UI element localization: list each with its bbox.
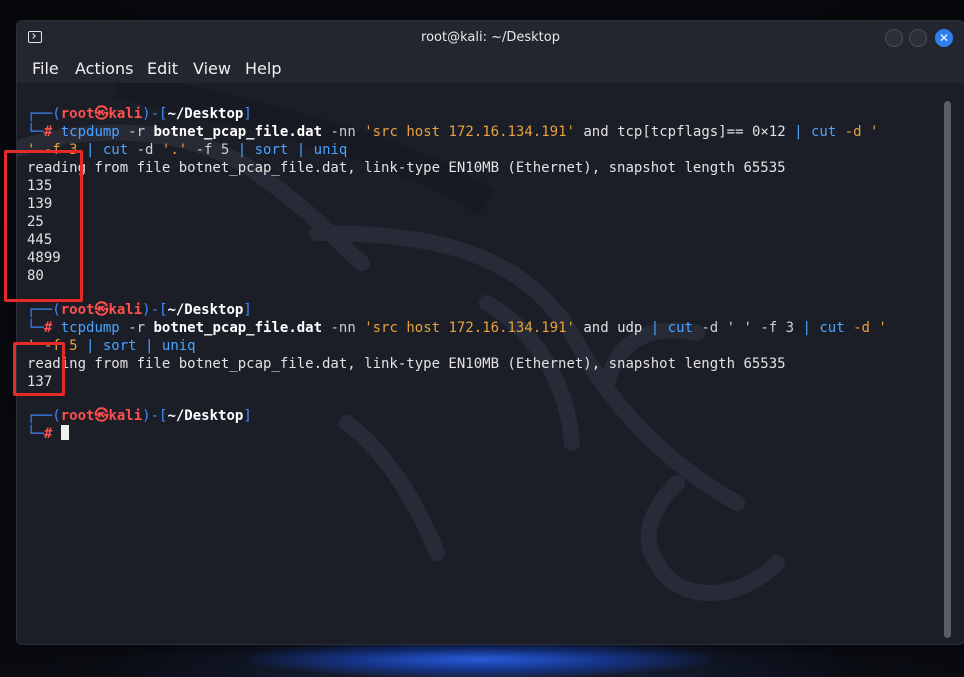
prompt-header: ┌──(root㉿kali)-[~/Desktop] <box>27 408 252 424</box>
menu-file[interactable]: File <box>32 59 59 78</box>
maximize-button[interactable] <box>909 29 927 47</box>
window-title: root@kali: ~/Desktop <box>421 30 560 45</box>
prompt-header: ┌──(root㉿kali)-[~/Desktop] <box>27 106 252 122</box>
menu-help[interactable]: Help <box>245 59 281 78</box>
active-prompt[interactable]: └─# <box>27 425 69 443</box>
command-line: └─# tcpdump -r botnet_pcap_file.dat -nn … <box>27 124 879 140</box>
menu-bar: File Actions Edit View Help <box>17 55 964 83</box>
scrollbar[interactable] <box>944 101 951 638</box>
close-icon: ✕ <box>938 31 950 45</box>
minimize-button[interactable] <box>885 29 903 47</box>
terminal-content[interactable]: ┌──(root㉿kali)-[~/Desktop] └─# tcpdump -… <box>17 83 964 644</box>
menu-edit[interactable]: Edit <box>147 59 178 78</box>
menu-actions[interactable]: Actions <box>75 59 133 78</box>
close-button[interactable]: ✕ <box>935 29 953 47</box>
title-bar[interactable]: root@kali: ~/Desktop ✕ <box>17 21 964 55</box>
desktop-wallpaper-glow <box>250 640 710 677</box>
output-reading: reading from file botnet_pcap_file.dat, … <box>27 160 786 176</box>
prompt-header: ┌──(root㉿kali)-[~/Desktop] <box>27 302 252 318</box>
text-cursor <box>60 425 69 440</box>
command-line: └─# tcpdump -r botnet_pcap_file.dat -nn … <box>27 320 887 336</box>
terminal-window: root@kali: ~/Desktop ✕ File Actions Edit… <box>16 20 964 645</box>
output-reading: reading from file botnet_pcap_file.dat, … <box>27 356 786 372</box>
highlight-box-udp-ports <box>13 342 65 396</box>
highlight-box-tcp-ports <box>4 150 83 302</box>
menu-view[interactable]: View <box>193 59 231 78</box>
